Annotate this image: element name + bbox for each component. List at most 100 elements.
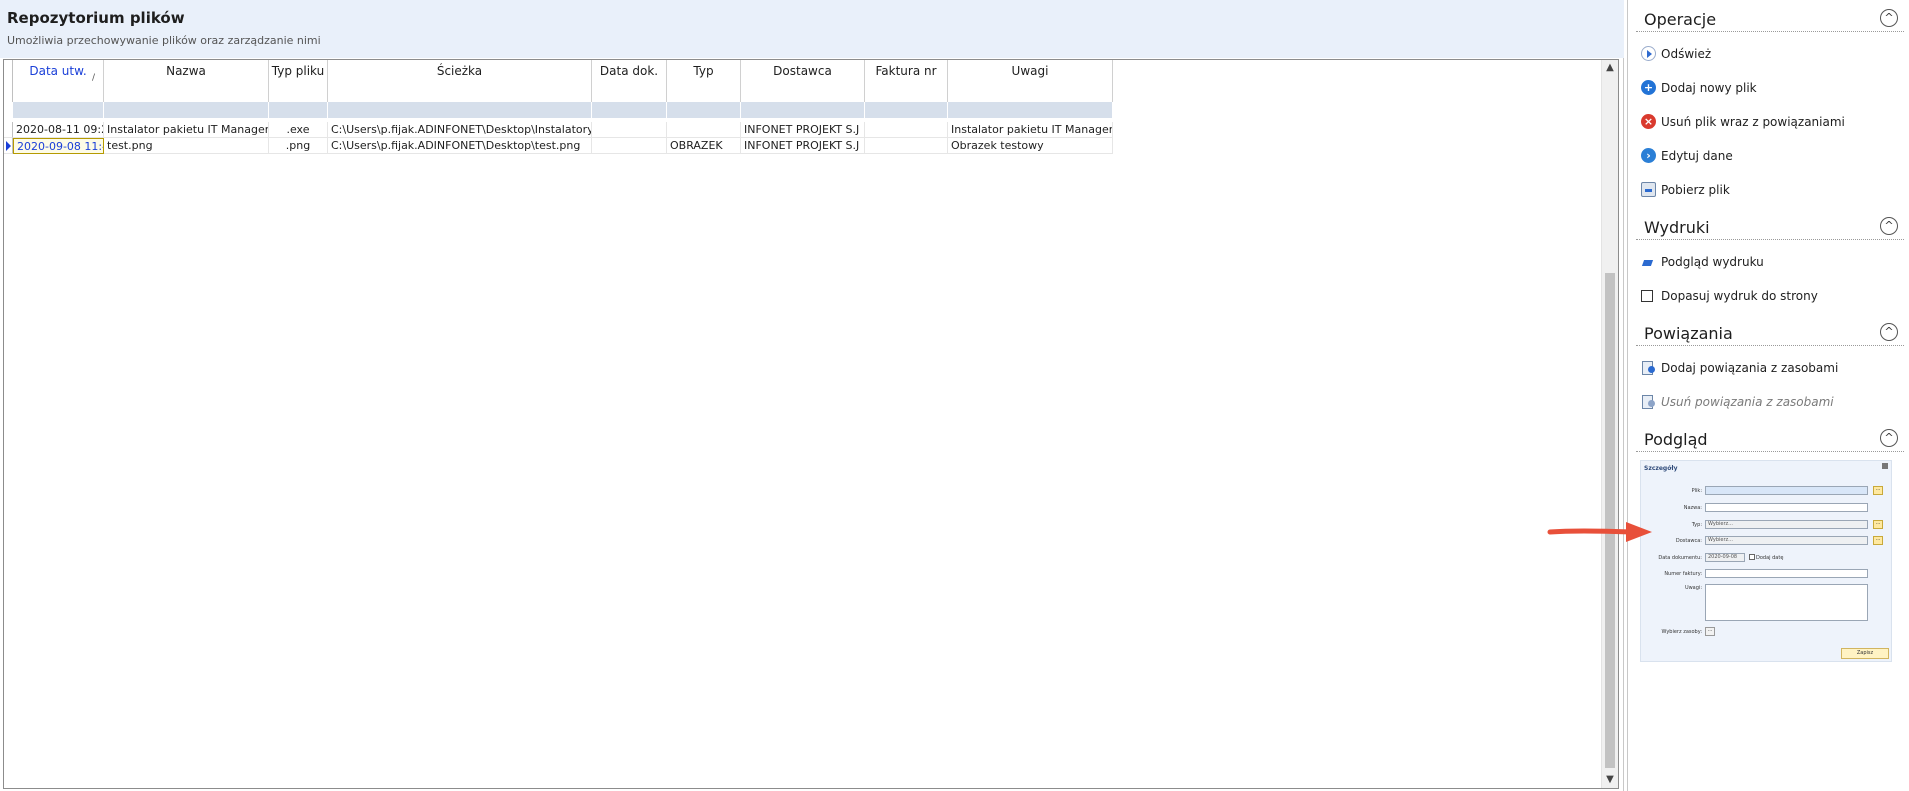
preview-dots-button: ... <box>1705 627 1715 636</box>
column-header-label: Data utw. <box>29 64 87 78</box>
collapse-icon[interactable]: ^ <box>1880 217 1898 235</box>
row-indicator[interactable] <box>4 122 13 138</box>
files-grid[interactable]: Data utw. / Nazwa Typ pliku Ścieżka Data… <box>3 59 1619 789</box>
preview-textarea-uwagi <box>1705 584 1868 621</box>
cell-dostawca[interactable]: INFONET PROJEKT S.J <box>741 138 865 154</box>
preview-label-zasoby: Wybierz zasoby: <box>1661 629 1702 635</box>
preview-dots-button: ... <box>1873 520 1883 529</box>
cell-sciezka[interactable]: C:\Users\p.fijak.ADINFONET\Desktop\Insta… <box>328 122 592 138</box>
cell-dostawca[interactable]: INFONET PROJEKT S.J <box>741 122 865 138</box>
section-header-wydruki[interactable]: Wydruki ^ <box>1636 212 1904 240</box>
red-arrow-annotation <box>1547 522 1652 542</box>
cell-uwagi[interactable]: Obrazek testowy <box>948 138 1113 154</box>
column-header-uwagi[interactable]: Uwagi <box>948 60 1113 102</box>
column-header-data-dok[interactable]: Data dok. <box>592 60 667 102</box>
collapse-icon[interactable]: ^ <box>1880 323 1898 341</box>
section-header-powiazania[interactable]: Powiązania ^ <box>1636 318 1904 346</box>
item-label: Usuń plik wraz z powiązaniami <box>1661 115 1845 129</box>
cell-data-utw[interactable]: 2020-09-08 11:43:38 <box>13 138 104 154</box>
section-header-operacje[interactable]: Operacje ^ <box>1636 4 1904 32</box>
preview-label-faktura: Numer faktury: <box>1664 571 1702 577</box>
preview-checkbox-icon <box>1749 554 1755 560</box>
actions-panel: Operacje ^ Odśwież + Dodaj nowy plik × U… <box>1627 0 1909 791</box>
app-window: Repozytorium plików Umożliwia przechowyw… <box>0 0 1909 791</box>
row-indicator[interactable] <box>4 138 13 154</box>
preview-label-uwagi: Uwagi: <box>1684 585 1702 591</box>
item-label: Usuń powiązania z zasobami <box>1661 395 1834 409</box>
section-header-podglad[interactable]: Podgląd ^ <box>1636 424 1904 452</box>
column-header-label: Faktura nr <box>875 64 937 78</box>
preview-dots-button: ... <box>1873 536 1883 545</box>
filter-cell-typ[interactable] <box>667 102 741 118</box>
column-header-label: Dostawca <box>773 64 832 78</box>
preview-input-data: 2020-09-08 <box>1705 553 1745 562</box>
delete-icon: × <box>1641 114 1656 129</box>
section-title: Wydruki <box>1644 218 1710 237</box>
form-preview-thumbnail: Szczegóły Plik: ... Nazwa: Typ: Wybierz.… <box>1640 460 1892 662</box>
filter-cell-data-utw[interactable] <box>13 102 104 118</box>
cell-typ[interactable] <box>667 122 741 138</box>
plus-icon: + <box>1641 80 1656 95</box>
item-label: Odśwież <box>1661 47 1712 61</box>
filter-cell-typ-pliku[interactable] <box>269 102 328 118</box>
cell-sciezka[interactable]: C:\Users\p.fijak.ADINFONET\Desktop\test.… <box>328 138 592 154</box>
cell-faktura-nr[interactable] <box>865 138 948 154</box>
filter-cell-sciezka[interactable] <box>328 102 592 118</box>
sort-indicator-icon: / <box>91 73 95 83</box>
preview-label-nazwa: Nazwa: <box>1683 505 1702 511</box>
cell-typ[interactable]: OBRAZEK <box>667 138 741 154</box>
current-row-arrow-icon <box>6 141 11 151</box>
preview-save-button: Zapisz <box>1841 648 1889 659</box>
preview-input-plik <box>1705 486 1868 495</box>
unlink-resource-icon <box>1641 394 1656 409</box>
column-header-label: Nazwa <box>166 64 206 78</box>
column-header-typ-pliku[interactable]: Typ pliku <box>269 60 328 102</box>
cell-nazwa[interactable]: Instalator pakietu IT Manager <box>104 122 269 138</box>
preview-input-faktura <box>1705 569 1868 578</box>
column-header-sciezka[interactable]: Ścieżka <box>328 60 592 102</box>
collapse-icon[interactable]: ^ <box>1880 429 1898 447</box>
refresh-icon <box>1641 46 1656 61</box>
filter-cell-dostawca[interactable] <box>741 102 865 118</box>
item-label: Pobierz plik <box>1661 183 1730 197</box>
section-title: Powiązania <box>1644 324 1733 343</box>
cell-data-utw[interactable]: 2020-08-11 09:21:07 <box>13 122 104 138</box>
column-header-dostawca[interactable]: Dostawca <box>741 60 865 102</box>
download-icon <box>1641 182 1656 197</box>
preview-label-dodaj-date: Dodaj datę <box>1756 555 1784 561</box>
scroll-up-icon[interactable]: ▲ <box>1602 60 1618 76</box>
link-resource-icon <box>1641 360 1656 375</box>
column-header-label: Ścieżka <box>436 64 483 78</box>
print-icon <box>1641 254 1656 269</box>
scroll-down-icon[interactable]: ▼ <box>1602 772 1618 788</box>
filter-cell-data-dok[interactable] <box>592 102 667 118</box>
filter-cell-uwagi[interactable] <box>948 102 1113 118</box>
preview-title: Szczegóły <box>1644 465 1678 472</box>
cell-data-dok[interactable] <box>592 138 667 154</box>
cell-typ-pliku[interactable]: .exe <box>269 122 328 138</box>
grid-vertical-scrollbar[interactable]: ▲ ▼ <box>1601 60 1618 788</box>
cell-uwagi[interactable]: Instalator pakietu IT Manager <box>948 122 1113 138</box>
item-label: Edytuj dane <box>1661 149 1733 163</box>
column-header-label: Uwagi <box>1011 64 1049 78</box>
cell-typ-pliku[interactable]: .png <box>269 138 328 154</box>
column-header-data-utw[interactable]: Data utw. / <box>13 60 104 102</box>
cell-data-dok[interactable] <box>592 122 667 138</box>
preview-close-icon <box>1882 463 1888 469</box>
cell-nazwa[interactable]: test.png <box>104 138 269 154</box>
arrow-right-icon: › <box>1641 148 1656 163</box>
column-header-typ[interactable]: Typ <box>667 60 741 102</box>
filter-cell-nazwa[interactable] <box>104 102 269 118</box>
filter-cell-faktura-nr[interactable] <box>865 102 948 118</box>
main-area: Repozytorium plików Umożliwia przechowyw… <box>0 0 1624 791</box>
preview-dots-button: ... <box>1873 486 1883 495</box>
column-header-faktura-nr[interactable]: Faktura nr <box>865 60 948 102</box>
preview-label-plik: Plik: <box>1691 488 1702 494</box>
column-header-label: Typ <box>693 64 714 78</box>
item-label: Dodaj powiązania z zasobami <box>1661 361 1839 375</box>
page-header: Repozytorium plików Umożliwia przechowyw… <box>0 0 1624 58</box>
column-header-nazwa[interactable]: Nazwa <box>104 60 269 102</box>
checkbox-icon[interactable] <box>1641 290 1653 302</box>
cell-faktura-nr[interactable] <box>865 122 948 138</box>
collapse-icon[interactable]: ^ <box>1880 9 1898 27</box>
